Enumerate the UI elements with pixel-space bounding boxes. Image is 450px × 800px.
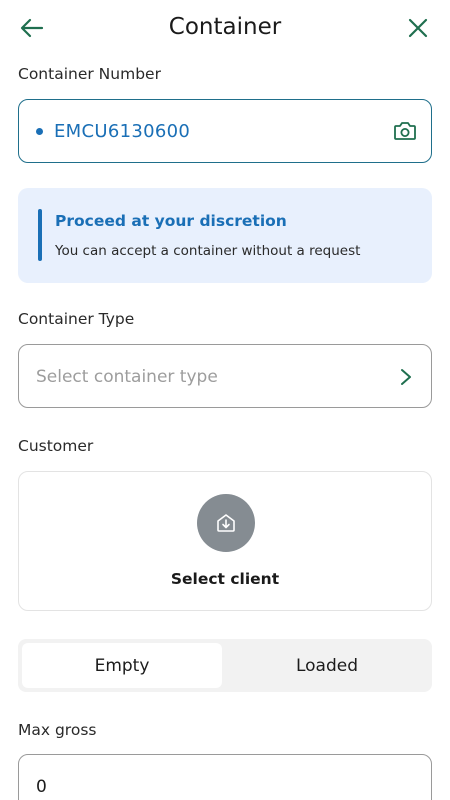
header: Container: [0, 0, 450, 56]
container-type-select[interactable]: Select container type: [18, 344, 432, 408]
customer-label: Customer: [18, 437, 94, 455]
max-gross-label: Max gross: [18, 721, 97, 739]
client-avatar: [197, 494, 255, 552]
page-title: Container: [168, 14, 282, 40]
notice-title: Proceed at your discretion: [55, 212, 287, 230]
load-status-toggle: Empty Loaded: [18, 639, 432, 692]
notice-text: You can accept a container without a req…: [55, 243, 361, 259]
select-client-button[interactable]: Select client: [18, 471, 432, 611]
select-client-label: Select client: [170, 570, 280, 588]
max-gross-value: 0: [36, 777, 47, 797]
container-number-value[interactable]: EMCU6130600: [54, 121, 190, 142]
max-gross-input[interactable]: 0: [18, 754, 432, 800]
discretion-notice: Proceed at your discretion You can accep…: [18, 188, 432, 283]
toggle-option-empty[interactable]: Empty: [22, 643, 222, 688]
camera-icon[interactable]: [393, 120, 417, 142]
status-dot: [36, 128, 43, 135]
container-type-placeholder: Select container type: [36, 367, 218, 387]
container-number-label: Container Number: [18, 65, 161, 83]
container-number-field[interactable]: EMCU6130600: [18, 99, 432, 163]
container-type-label: Container Type: [18, 310, 135, 328]
house-download-icon: [217, 514, 235, 532]
chevron-right-icon: [401, 369, 411, 385]
toggle-option-loaded[interactable]: Loaded: [226, 643, 428, 688]
close-icon[interactable]: [404, 14, 432, 42]
notice-accent-bar: [38, 209, 42, 261]
